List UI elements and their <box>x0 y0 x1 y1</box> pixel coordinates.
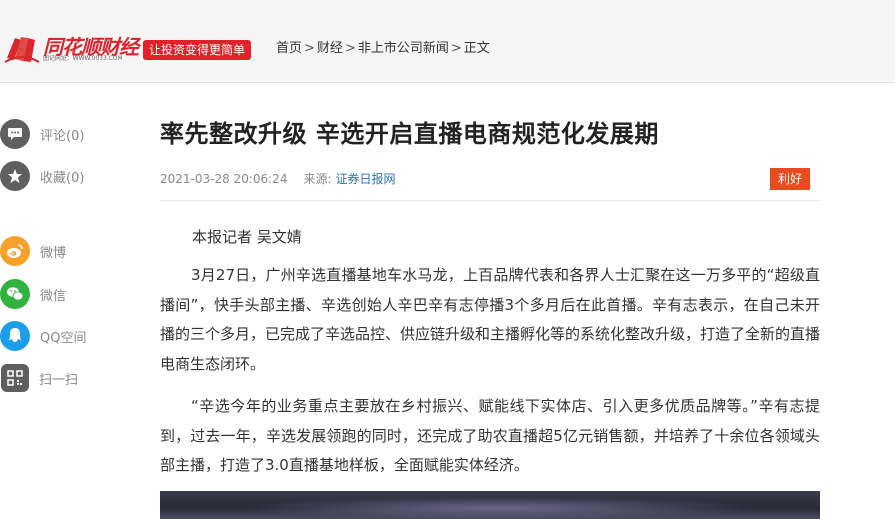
article-author: 本报记者 吴文婧 <box>192 228 302 246</box>
sidebar-item-label: 评论(0) <box>40 128 85 144</box>
article-meta: 2021-03-28 20:06:24 来源: 证券日报网 <box>160 170 396 187</box>
breadcrumb-current: 正文 <box>463 41 490 56</box>
article-title: 率先整改升级 辛选开启直播电商规范化发展期 <box>160 120 659 148</box>
sidebar-item-label: 扫一扫 <box>39 372 79 388</box>
source-link[interactable]: 证券日报网 <box>336 172 396 186</box>
sidebar-item-weibo[interactable]: 微博 <box>0 236 67 266</box>
article-paragraph: 3月27日，广州辛选直播基地车水马龙，上百品牌代表和各界人士汇聚在这一万多平的“… <box>160 266 821 373</box>
sidebar-item-favorite[interactable]: 收藏(0) <box>0 161 85 191</box>
article-datetime: 2021-03-28 20:06:24 <box>160 172 288 186</box>
comment-icon <box>0 119 30 149</box>
sidebar-item-wechat[interactable]: 微信 <box>0 279 67 309</box>
site-logo[interactable]: 同花顺财经 图记网址：WWW.0033.COM <box>3 32 139 68</box>
breadcrumb-unlisted-news[interactable]: 非上市公司新闻 <box>358 40 449 58</box>
sidebar-item-label: 微博 <box>40 245 67 261</box>
breadcrumb: 首页 > 财经 > 非上市公司新闻 > 正文 <box>276 40 490 58</box>
article-image <box>160 491 820 519</box>
breadcrumb-separator: > <box>304 41 315 56</box>
slogan-badge: 让投资变得更简单 <box>143 40 252 60</box>
qr-scan-icon <box>1 364 29 392</box>
breadcrumb-finance[interactable]: 财经 <box>317 40 343 58</box>
logo-cards-icon <box>4 37 40 63</box>
sidebar-item-label: 收藏(0) <box>40 170 85 186</box>
breadcrumb-separator: > <box>450 41 462 56</box>
sidebar-item-label: QQ空间 <box>40 330 87 346</box>
logo-subtitle: 图记网址：WWW.0033.COM <box>43 54 123 62</box>
sidebar-item-scan[interactable]: 扫一扫 <box>0 364 78 392</box>
sidebar-item-comment[interactable]: 评论(0) <box>0 119 85 149</box>
sidebar-item-qzone[interactable]: QQ空间 <box>0 321 87 351</box>
weibo-icon <box>0 236 30 266</box>
breadcrumb-separator: > <box>344 41 356 56</box>
article-paragraph: “辛选今年的业务重点主要放在乡村振兴、赋能线下实体店、引入更多优质品牌等。”辛有… <box>160 397 820 474</box>
wechat-icon <box>0 279 30 309</box>
sentiment-tag: 利好 <box>770 168 810 190</box>
star-icon <box>0 161 30 191</box>
breadcrumb-home[interactable]: 首页 <box>276 40 302 58</box>
sidebar-item-label: 微信 <box>40 288 67 304</box>
site-header: 同花顺财经 图记网址：WWW.0033.COM 让投资变得更简单 首页 > 财经 > 非… <box>0 0 895 83</box>
image-stage-light <box>240 497 760 519</box>
source-label: 来源: <box>303 172 332 186</box>
divider <box>160 200 820 201</box>
qzone-icon <box>0 321 30 351</box>
